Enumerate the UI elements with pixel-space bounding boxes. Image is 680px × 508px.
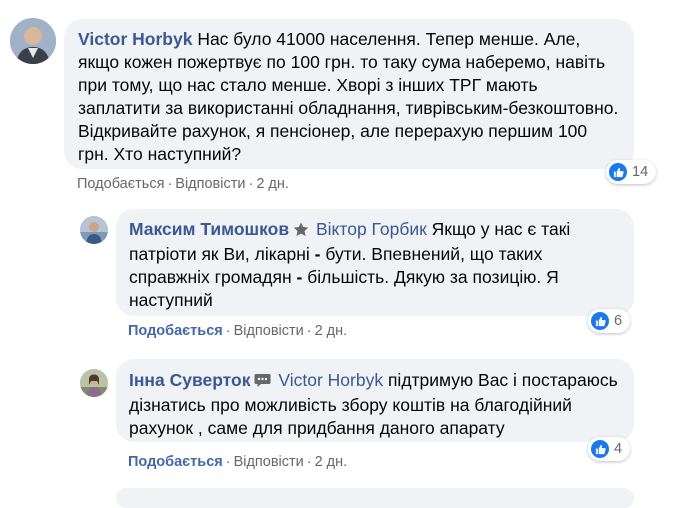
comment-bubble: Максим Тимошков Віктор Горбик Якщо у нас… <box>116 209 634 316</box>
comment-actions: Подобається · Відповісти · 2 дн. <box>128 323 347 339</box>
comment-actions: Подобається · Відповісти · 2 дн. <box>128 454 347 470</box>
reaction-summary[interactable]: 6 <box>588 309 631 333</box>
like-thumb-icon <box>609 163 627 181</box>
like-thumb-icon <box>591 440 609 458</box>
reply-link[interactable]: Відповісти <box>234 454 304 470</box>
reaction-summary[interactable]: 14 <box>606 160 657 184</box>
reaction-summary[interactable]: 4 <box>588 437 631 461</box>
comment-text: Нас було 41000 населення. Тепер менше. А… <box>78 29 619 164</box>
like-link[interactable]: Подобається <box>77 176 164 192</box>
timestamp[interactable]: 2 дн. <box>315 323 348 339</box>
comment-text-bold: - <box>314 244 321 264</box>
person-photo-icon <box>80 216 108 244</box>
avatar-victor-horbyk[interactable] <box>10 18 56 64</box>
separator: · <box>225 454 231 470</box>
comment-bubble-partial <box>116 488 634 508</box>
reaction-count: 6 <box>614 313 623 329</box>
reply-link[interactable]: Відповісти <box>175 176 245 192</box>
top-fan-badge-icon <box>293 220 309 243</box>
separator: · <box>167 176 173 192</box>
comment-author[interactable]: Інна Суверток <box>129 370 250 390</box>
comment-actions: Подобається · Відповісти · 2 дн. <box>77 176 289 192</box>
comment-author[interactable]: Максим Тимошков <box>129 219 289 239</box>
comment-text-bold: - <box>296 267 303 287</box>
avatar-inna-suvertok[interactable] <box>80 369 108 397</box>
separator: · <box>225 323 231 339</box>
mention-link[interactable]: Victor Horbyk <box>278 370 383 390</box>
like-link[interactable]: Подобається <box>128 454 223 470</box>
comment-bubble: Інна Суверток Victor Horbyk підтримую Ва… <box>116 359 634 442</box>
comment-author[interactable]: Victor Horbyk <box>78 29 192 49</box>
chat-badge-icon <box>254 371 271 394</box>
avatar-maksym-tymoshkov[interactable] <box>80 216 108 244</box>
separator: · <box>248 176 254 192</box>
timestamp[interactable]: 2 дн. <box>315 454 348 470</box>
timestamp[interactable]: 2 дн. <box>256 176 289 192</box>
reply-link[interactable]: Відповісти <box>234 323 304 339</box>
like-link[interactable]: Подобається <box>128 323 223 339</box>
mention-link[interactable]: Віктор Горбик <box>316 219 427 239</box>
reaction-count: 4 <box>614 441 623 457</box>
like-thumb-icon <box>591 312 609 330</box>
person-photo-icon <box>10 18 56 64</box>
reaction-count: 14 <box>632 164 649 180</box>
person-photo-icon <box>80 369 108 397</box>
separator: · <box>306 323 312 339</box>
separator: · <box>306 454 312 470</box>
comment-bubble: Victor Horbyk Нас було 41000 населення. … <box>64 19 634 169</box>
